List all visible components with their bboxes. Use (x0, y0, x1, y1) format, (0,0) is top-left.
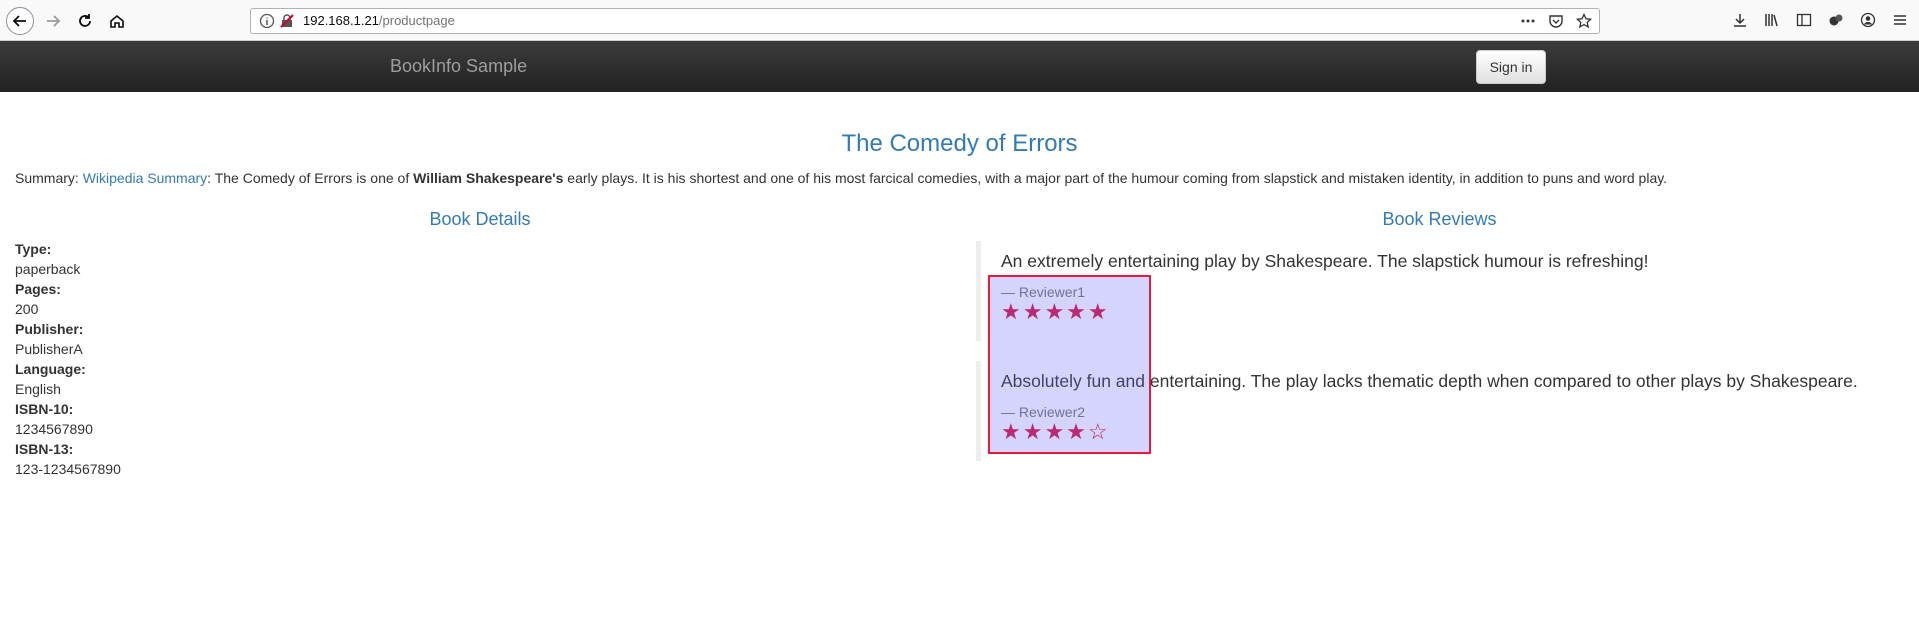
detail-label-publisher: Publisher: (15, 321, 84, 337)
back-button[interactable] (6, 7, 34, 35)
extension-icon[interactable] (1827, 10, 1845, 30)
wikipedia-summary-link[interactable]: Wikipedia Summary (83, 170, 207, 186)
detail-label-type: Type: (15, 241, 52, 257)
browser-toolbar: 192.168.1.21/productpage (0, 0, 1919, 41)
url-host: 192.168.1.21 (303, 13, 379, 28)
download-icon[interactable] (1731, 10, 1749, 30)
page-title: The Comedy of Errors (841, 130, 1078, 157)
summary-text-rest: early plays. It is his shortest and one … (563, 170, 1668, 186)
menu-icon[interactable] (1891, 10, 1909, 30)
reload-icon (79, 14, 91, 27)
product-summary: Summary: Wikipedia Summary: The Comedy o… (15, 170, 1667, 186)
account-icon[interactable] (1859, 10, 1877, 30)
detail-value-isbn13: 123-1234567890 (15, 461, 121, 477)
book-details-heading: Book Details (429, 209, 531, 229)
detail-label-language: Language: (15, 361, 86, 377)
detail-value-type: paperback (15, 261, 81, 277)
reload-button[interactable] (72, 8, 98, 34)
home-button[interactable] (104, 8, 130, 34)
url-text[interactable]: 192.168.1.21/productpage (303, 9, 455, 33)
home-icon (110, 14, 124, 28)
app-navbar: BookInfo Sample Sign in (0, 41, 1919, 92)
sidebar-icon[interactable] (1795, 10, 1813, 30)
detail-value-publisher: PublisherA (15, 341, 83, 357)
review-text: An extremely entertaining play by Shakes… (1001, 251, 1649, 271)
library-icon[interactable] (1763, 10, 1781, 30)
arrow-left-icon (12, 15, 26, 27)
book-details-list: Type: paperback Pages: 200 Publisher: Pu… (15, 239, 121, 479)
detail-label-isbn13: ISBN-13: (15, 441, 74, 457)
forward-button[interactable] (40, 8, 66, 34)
summary-text-mid: : The Comedy of Errors is one of (207, 170, 414, 186)
detail-value-pages: 200 (15, 301, 39, 317)
browser-tools (1731, 10, 1909, 30)
review-item: Absolutely fun and entertaining. The pla… (976, 361, 1916, 461)
brand-title[interactable]: BookInfo Sample (390, 41, 527, 92)
review-item: An extremely entertaining play by Shakes… (976, 241, 1916, 341)
url-path: /productpage (378, 13, 455, 28)
sign-in-button[interactable]: Sign in (1476, 50, 1546, 84)
detail-label-isbn10: ISBN-10: (15, 401, 74, 417)
detail-value-isbn10: 1234567890 (15, 421, 93, 437)
url-actions (1519, 12, 1593, 30)
book-reviews-heading: Book Reviews (1382, 209, 1497, 229)
star-rating: ★★★★★ (1001, 299, 1110, 324)
info-icon[interactable] (259, 13, 275, 29)
star-rating: ★★★★☆ (1001, 419, 1110, 444)
bookmark-star-icon[interactable] (1575, 12, 1593, 30)
detail-label-pages: Pages: (15, 281, 61, 297)
arrow-right-icon (47, 15, 61, 27)
reviewer-name: — Reviewer1 (1001, 284, 1086, 300)
review-text: Absolutely fun and entertaining. The pla… (1001, 371, 1858, 391)
pocket-icon[interactable] (1547, 12, 1565, 30)
reviewer-name: — Reviewer2 (1001, 404, 1086, 420)
url-bar[interactable]: 192.168.1.21/productpage (250, 8, 1600, 34)
summary-prefix: Summary: (15, 170, 83, 186)
insecure-lock-icon[interactable] (279, 13, 295, 29)
detail-value-language: English (15, 381, 61, 397)
more-actions-icon[interactable] (1519, 12, 1537, 30)
summary-author: William Shakespeare's (413, 170, 564, 186)
